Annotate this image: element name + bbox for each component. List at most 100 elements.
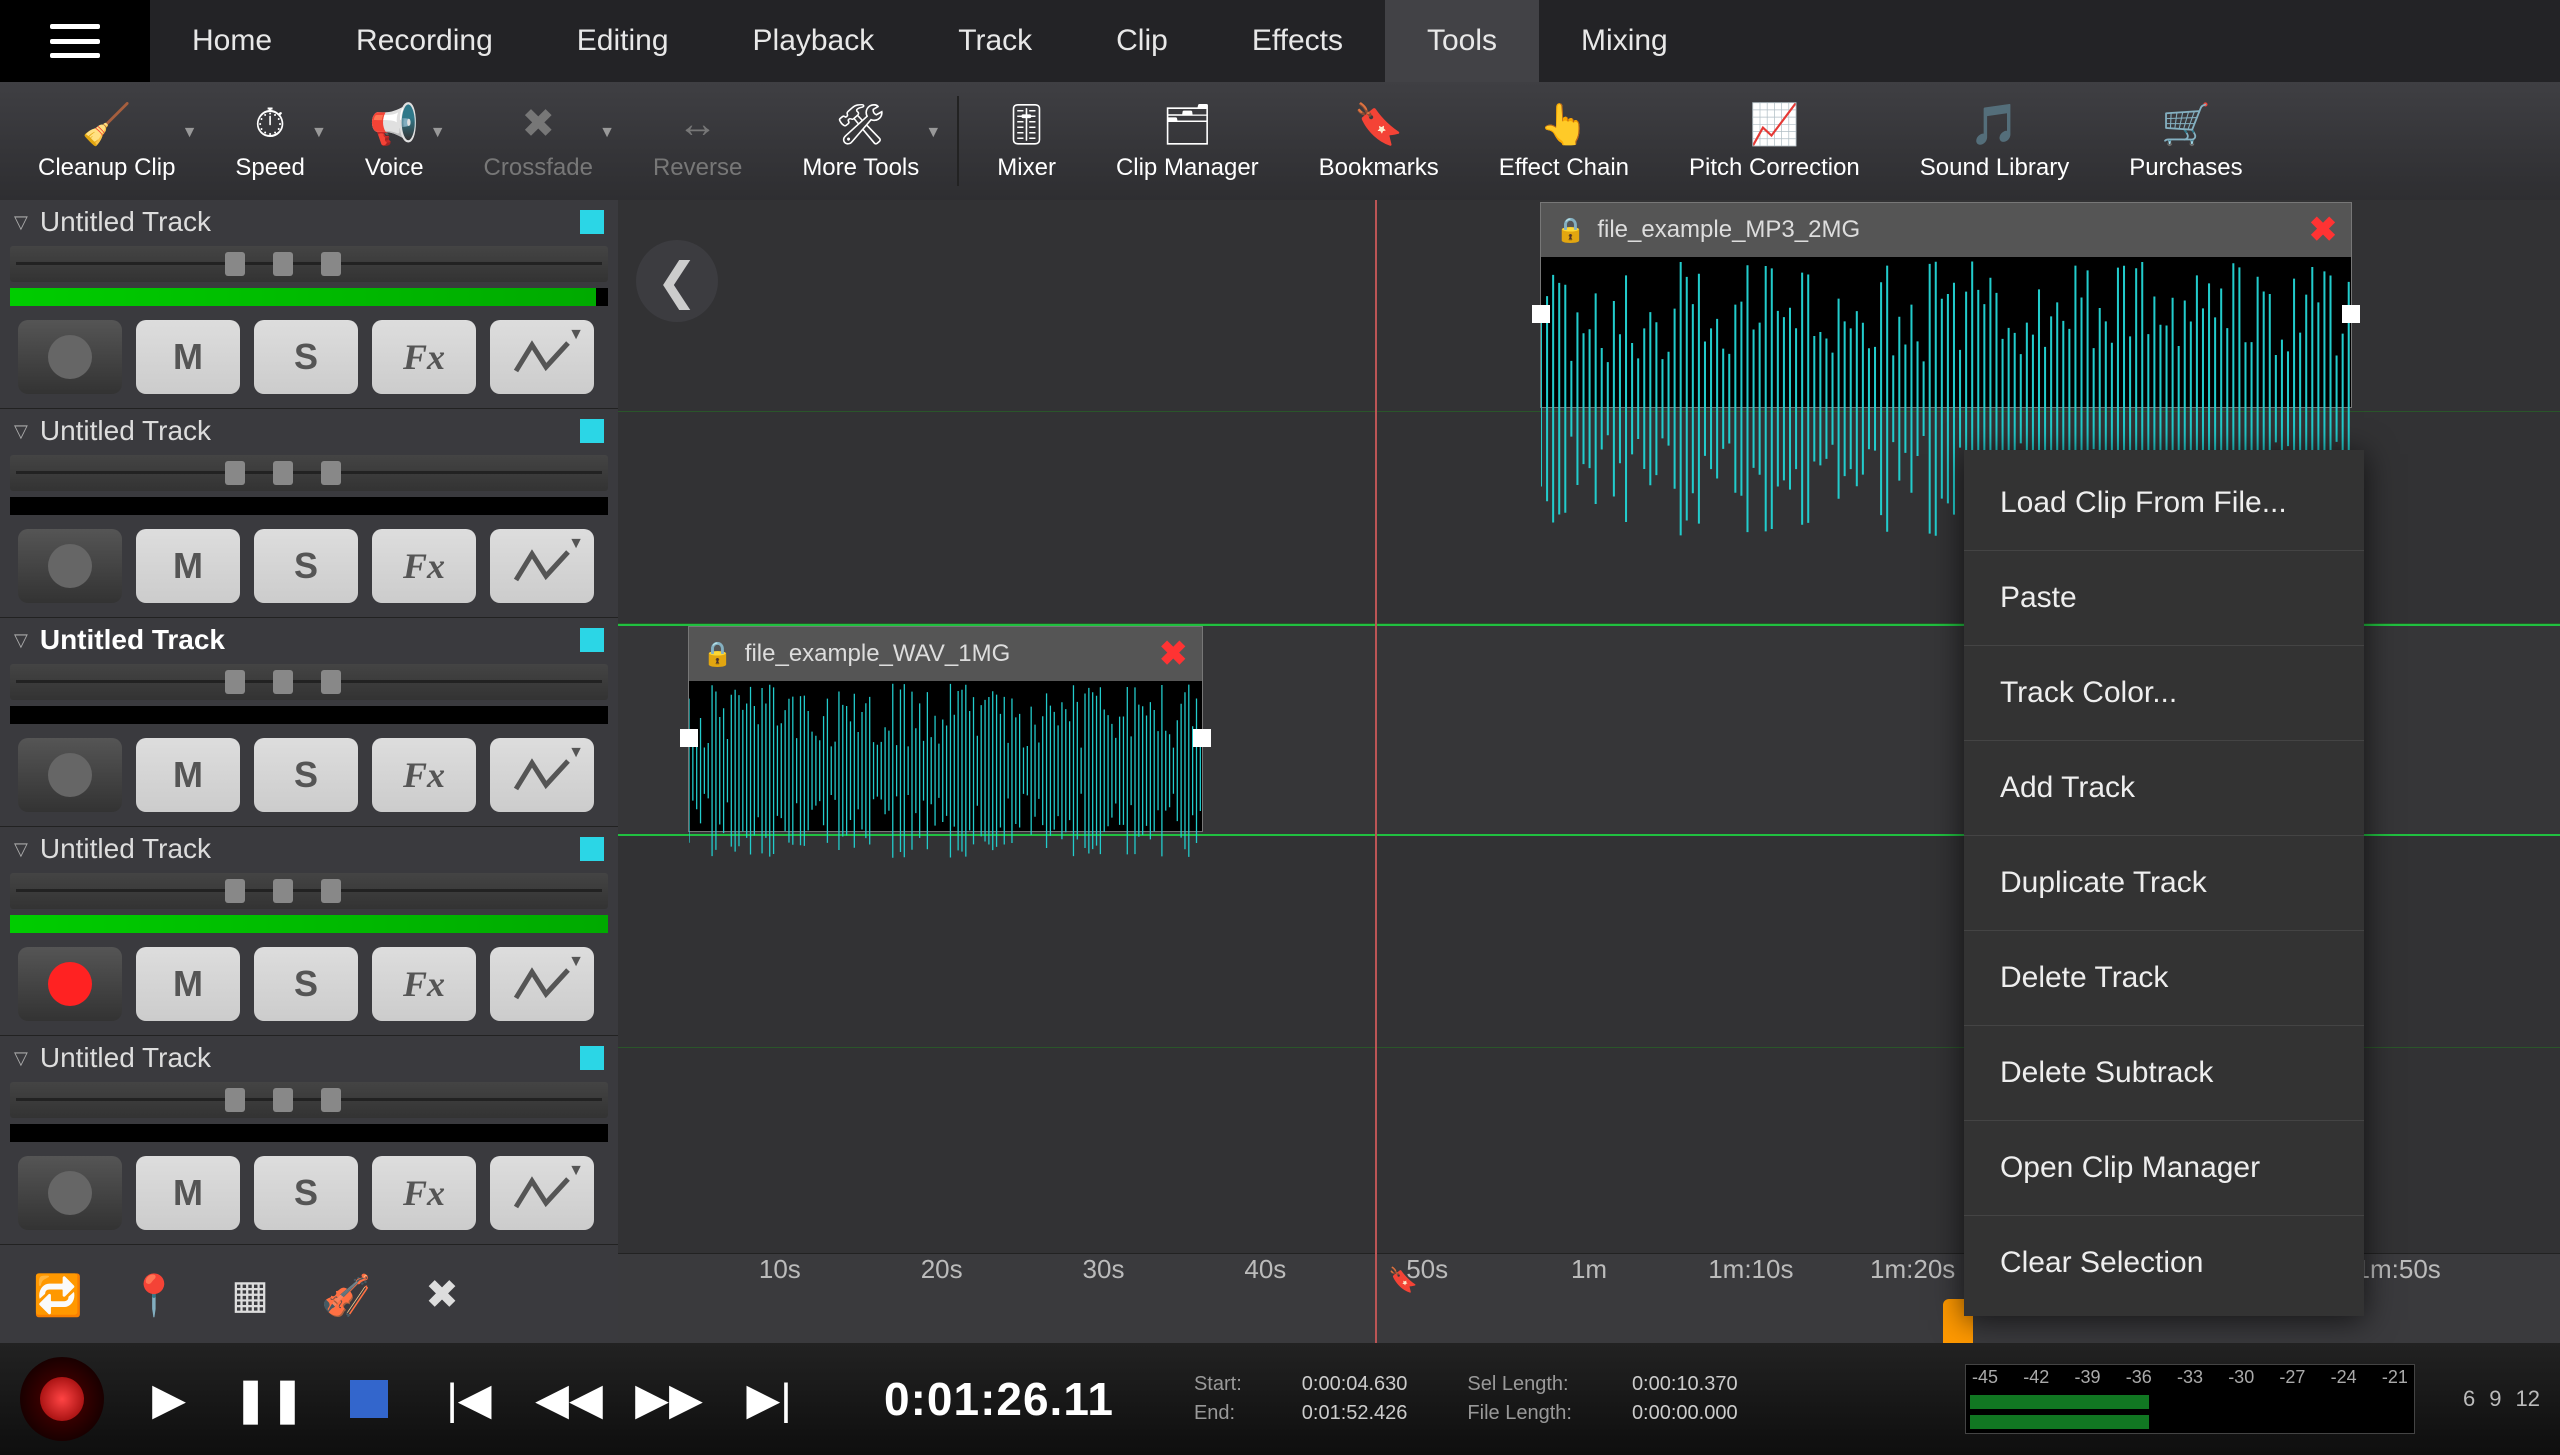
clip-header[interactable]: 🔒file_example_WAV_1MG✖ xyxy=(689,627,1202,681)
clip-handle-right[interactable] xyxy=(2342,305,2360,323)
slider-knob[interactable] xyxy=(225,461,245,485)
slider-knob[interactable] xyxy=(321,461,341,485)
expand-icon[interactable]: ▽ xyxy=(14,421,28,442)
fx-button[interactable]: Fx xyxy=(372,947,476,1021)
tool-cleanup-clip[interactable]: 🧹Cleanup Clip▼ xyxy=(8,82,205,200)
menu-item-duplicate-track[interactable]: Duplicate Track xyxy=(1964,835,2364,930)
menu-tab-tools[interactable]: Tools xyxy=(1385,0,1539,82)
slider-knob[interactable] xyxy=(273,252,293,276)
clip-handle-right[interactable] xyxy=(1193,729,1211,747)
tool-sound-library[interactable]: 🎵Sound Library xyxy=(1890,82,2099,200)
track-color-chip[interactable] xyxy=(580,628,604,652)
timeline[interactable]: ❮ 🔒file_example_MP3_2MG✖ 🔒file_example_WA… xyxy=(618,200,2560,1343)
track-header[interactable]: ▽ Untitled Track MSFx▼ xyxy=(0,618,618,827)
automation-button[interactable]: ▼ xyxy=(490,1156,594,1230)
slider-knob[interactable] xyxy=(321,670,341,694)
track-name[interactable]: Untitled Track xyxy=(40,206,211,238)
mute-button[interactable]: M xyxy=(136,738,240,812)
tool-more-tools[interactable]: 🛠More Tools▼ xyxy=(772,82,949,200)
automation-button[interactable]: ▼ xyxy=(490,320,594,394)
track-header[interactable]: ▽ Untitled Track MSFx▼ xyxy=(0,200,618,409)
track-name[interactable]: Untitled Track xyxy=(40,415,211,447)
close-clip-button[interactable]: ✖ xyxy=(1159,634,1188,674)
automation-button[interactable]: ▼ xyxy=(490,947,594,1021)
menu-tab-track[interactable]: Track xyxy=(916,0,1074,82)
tool-purchases[interactable]: 🛒Purchases xyxy=(2099,82,2272,200)
track-color-chip[interactable] xyxy=(580,1046,604,1070)
menu-item-open-clip-manager[interactable]: Open Clip Manager xyxy=(1964,1120,2364,1215)
menu-item-add-track[interactable]: Add Track xyxy=(1964,740,2364,835)
collapse-panel-button[interactable]: ❮ xyxy=(636,240,718,322)
pause-button[interactable]: ❚❚ xyxy=(234,1369,304,1429)
close-clip-button[interactable]: ✖ xyxy=(2309,210,2338,250)
menu-tab-home[interactable]: Home xyxy=(150,0,314,82)
solo-button[interactable]: S xyxy=(254,738,358,812)
track-name[interactable]: Untitled Track xyxy=(40,624,225,656)
fx-button[interactable]: Fx xyxy=(372,738,476,812)
slider-knob[interactable] xyxy=(225,252,245,276)
expand-icon[interactable]: ▽ xyxy=(14,1048,28,1069)
slider-knob[interactable] xyxy=(321,879,341,903)
menu-tab-recording[interactable]: Recording xyxy=(314,0,535,82)
track-sliders[interactable] xyxy=(10,1082,608,1118)
menu-tab-mixing[interactable]: Mixing xyxy=(1539,0,1710,82)
go-to-start-button[interactable]: |◀ xyxy=(434,1369,504,1429)
menu-tab-effects[interactable]: Effects xyxy=(1210,0,1385,82)
rewind-button[interactable]: ◀◀ xyxy=(534,1369,604,1429)
bookmark-icon[interactable]: 🔖 xyxy=(1388,1266,1418,1295)
fx-button[interactable]: Fx xyxy=(372,529,476,603)
menu-tab-playback[interactable]: Playback xyxy=(711,0,917,82)
tool-effect-chain[interactable]: 👆Effect Chain xyxy=(1469,82,1659,200)
menu-tab-clip[interactable]: Clip xyxy=(1074,0,1210,82)
mute-button[interactable]: M xyxy=(136,529,240,603)
clip-handle-left[interactable] xyxy=(680,729,698,747)
solo-button[interactable]: S xyxy=(254,947,358,1021)
track-color-chip[interactable] xyxy=(580,837,604,861)
automation-button[interactable]: ▼ xyxy=(490,529,594,603)
playhead[interactable] xyxy=(1375,200,1377,1343)
fx-button[interactable]: Fx xyxy=(372,320,476,394)
hamburger-menu[interactable] xyxy=(0,0,150,82)
arm-record-button[interactable] xyxy=(18,1156,122,1230)
tool-bookmarks[interactable]: 🔖Bookmarks xyxy=(1289,82,1469,200)
slider-knob[interactable] xyxy=(225,879,245,903)
arm-record-button[interactable] xyxy=(18,738,122,812)
track-sliders[interactable] xyxy=(10,455,608,491)
track-header[interactable]: ▽Untitled TrackMSFx▼ xyxy=(0,409,618,618)
track-header[interactable]: ▽Untitled TrackMSFx▼ xyxy=(0,1036,618,1245)
track-sliders[interactable] xyxy=(10,246,608,282)
expand-icon[interactable]: ▽ xyxy=(14,630,28,651)
instrument-button[interactable]: 🎻 xyxy=(318,1267,374,1323)
slider-knob[interactable] xyxy=(225,1088,245,1112)
tool-pitch-correction[interactable]: 📈Pitch Correction xyxy=(1659,82,1890,200)
audio-clip[interactable]: 🔒file_example_WAV_1MG✖ xyxy=(688,626,1203,832)
slider-knob[interactable] xyxy=(321,1088,341,1112)
track-header[interactable]: ▽Untitled TrackMSFx▼ xyxy=(0,827,618,1036)
arm-record-button[interactable] xyxy=(18,947,122,1021)
track-name[interactable]: Untitled Track xyxy=(40,833,211,865)
audio-clip[interactable]: 🔒file_example_MP3_2MG✖ xyxy=(1540,202,2352,408)
snap-button[interactable]: ▦ xyxy=(222,1267,278,1323)
tool-clip-manager[interactable]: 🗂Clip Manager xyxy=(1086,82,1289,200)
expand-icon[interactable]: ▽ xyxy=(14,212,28,233)
loop-button[interactable]: 🔁 xyxy=(30,1267,86,1323)
clip-handle-left[interactable] xyxy=(1532,305,1550,323)
track-name[interactable]: Untitled Track xyxy=(40,1042,211,1074)
fast-forward-button[interactable]: ▶▶ xyxy=(634,1369,704,1429)
solo-button[interactable]: S xyxy=(254,320,358,394)
marker-button[interactable]: 📍 xyxy=(126,1267,182,1323)
mute-button[interactable]: M xyxy=(136,1156,240,1230)
menu-item-delete-track[interactable]: Delete Track xyxy=(1964,930,2364,1025)
menu-item-clear-selection[interactable]: Clear Selection xyxy=(1964,1215,2364,1310)
record-button[interactable] xyxy=(20,1357,104,1441)
stop-button[interactable] xyxy=(334,1369,404,1429)
menu-item-paste[interactable]: Paste xyxy=(1964,550,2364,645)
automation-button[interactable]: ▼ xyxy=(490,738,594,812)
track-color-chip[interactable] xyxy=(580,419,604,443)
track-sliders[interactable] xyxy=(10,873,608,909)
menu-tab-editing[interactable]: Editing xyxy=(535,0,711,82)
mute-button[interactable]: M xyxy=(136,320,240,394)
slider-knob[interactable] xyxy=(273,1088,293,1112)
track-color-chip[interactable] xyxy=(580,210,604,234)
arm-record-button[interactable] xyxy=(18,529,122,603)
